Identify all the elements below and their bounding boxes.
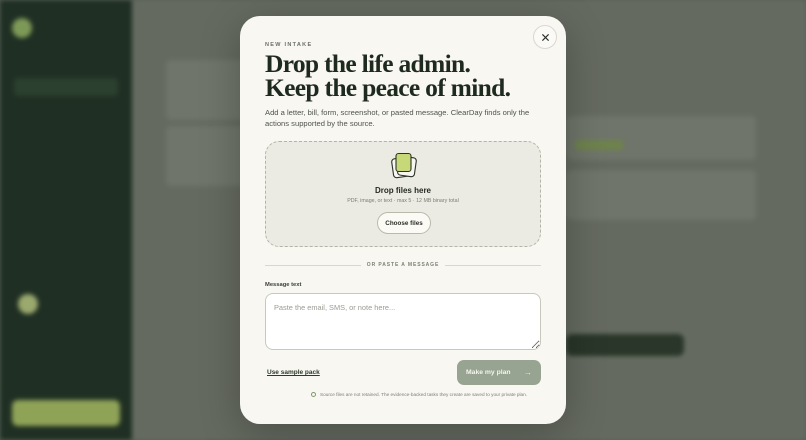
close-button[interactable]: [533, 25, 557, 49]
arrow-right-icon: →: [524, 368, 532, 377]
use-sample-pack-link[interactable]: Use sample pack: [267, 369, 320, 376]
shield-dot-icon: [311, 392, 316, 397]
or-divider: OR PASTE A MESSAGE: [265, 261, 542, 269]
file-dropzone[interactable]: Drop files here PDF, image, or text · ma…: [265, 141, 541, 247]
headline-line-2: Keep the peace of mind.: [265, 73, 511, 102]
modal-eyebrow: NEW INTAKE: [265, 42, 313, 48]
message-label: Message text: [265, 282, 302, 288]
privacy-footnote: Source files are not retained. The evide…: [311, 392, 527, 397]
divider-line: [445, 264, 542, 266]
intake-modal: NEW INTAKE Drop the life admin. Keep the…: [240, 16, 566, 424]
message-textarea[interactable]: [265, 293, 541, 350]
divider-label: OR PASTE A MESSAGE: [366, 262, 440, 268]
dropzone-hint: PDF, image, or text · max 5 · 12 MB bina…: [347, 198, 459, 204]
make-my-plan-label: Make my plan: [466, 369, 511, 376]
footnote-text: Source files are not retained. The evide…: [320, 392, 528, 397]
modal-intro: Add a letter, bill, form, screenshot, or…: [265, 108, 530, 128]
modal-headline: Drop the life admin. Keep the peace of m…: [265, 51, 555, 102]
close-icon: [541, 33, 549, 41]
files-stack-icon: [391, 152, 417, 179]
choose-files-button[interactable]: Choose files: [377, 212, 431, 234]
divider-line: [265, 264, 361, 266]
dropzone-title: Drop files here: [374, 186, 431, 195]
make-my-plan-button[interactable]: Make my plan →: [457, 360, 541, 385]
